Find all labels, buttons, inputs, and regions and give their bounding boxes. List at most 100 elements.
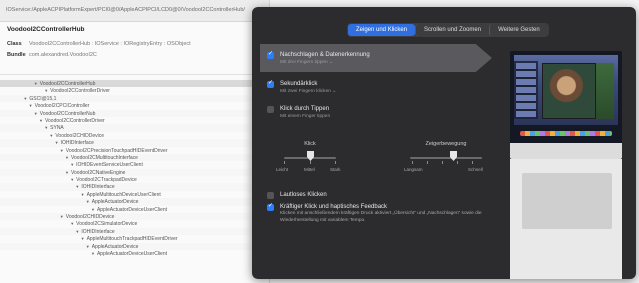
tracking-speed-slider[interactable]: Zeigerbewegung Langsam Schnell bbox=[404, 141, 488, 177]
disclosure-triangle-icon[interactable]: ▼ bbox=[60, 214, 64, 219]
property-key: Bundle bbox=[7, 51, 26, 58]
option-tap-to-click[interactable]: Klick durch Tippen Mit einem Finger tipp… bbox=[267, 105, 472, 120]
tree-row[interactable]: ▼ IOHIDInterface bbox=[0, 139, 269, 147]
property-value: VoodooI2CControllerHub : IOService : IOR… bbox=[29, 40, 191, 47]
disclosure-triangle-icon[interactable]: ▼ bbox=[70, 177, 74, 182]
tree-row[interactable]: ▼ VoodooI2CNativeEngine bbox=[0, 168, 269, 177]
tree-row[interactable]: ▼ SYNA bbox=[0, 124, 269, 132]
path-bar: IOService:/AppleACPIPlatformExpert/PCI0@… bbox=[0, 0, 269, 22]
disclosure-triangle-icon[interactable]: ▼ bbox=[81, 236, 85, 241]
tree-row-label: VoodooI2CNativeEngine bbox=[70, 169, 126, 176]
tree-row[interactable]: ▼ VoodooI2CControllerNub bbox=[0, 109, 269, 117]
disclosure-triangle-icon[interactable]: ▼ bbox=[49, 133, 53, 138]
disclosure-triangle-icon[interactable]: ▼ bbox=[86, 199, 90, 204]
tree-row-label: GSCI@15,1 bbox=[29, 95, 57, 102]
disclosure-triangle-icon[interactable]: ▼ bbox=[23, 96, 27, 101]
option-subtitle-popup[interactable]: Mit drei Fingern tippen ⌄ bbox=[280, 59, 472, 66]
slider-min-label: Langsam bbox=[404, 167, 423, 172]
preview-laptop-base bbox=[510, 143, 622, 159]
tap-to-click-checkbox[interactable] bbox=[267, 106, 274, 113]
tree-row[interactable]: ▼ VoodooI2CPCIController bbox=[0, 102, 269, 110]
disclosure-triangle-icon[interactable]: ▼ bbox=[70, 221, 74, 226]
option-title: Nachschlagen & Datenerkennung bbox=[280, 52, 370, 58]
disclosure-triangle-icon[interactable]: ▼ bbox=[34, 81, 38, 86]
tree-row[interactable]: ▼ AppleActuatorDevice bbox=[0, 198, 269, 206]
slider-tick bbox=[442, 161, 443, 164]
disclosure-triangle-icon[interactable]: ▼ bbox=[34, 111, 38, 116]
slider-knob[interactable] bbox=[307, 151, 314, 161]
preview-photo bbox=[542, 63, 596, 119]
disclosure-triangle-icon[interactable]: ▼ bbox=[55, 140, 59, 145]
slider-max-label: Stark bbox=[330, 167, 341, 172]
slider-track[interactable] bbox=[410, 157, 482, 159]
tree-row-label: AppleMultitouchDeviceUserClient bbox=[86, 191, 161, 198]
tree-row-label: AppleActuatorDeviceUserClient bbox=[96, 206, 168, 213]
disclosure-triangle-icon[interactable]: ▼ bbox=[60, 148, 64, 153]
preview-dock bbox=[520, 131, 612, 136]
tree-row-label: VoodooI2CControllerHub bbox=[39, 81, 96, 87]
tree-row-label: VoodooI2CPCIController bbox=[34, 103, 90, 110]
tree-row[interactable]: ▼ VoodooI2CHIDDevice bbox=[0, 213, 269, 221]
property-row-class: Class VoodooI2CControllerHub : IOService… bbox=[7, 38, 267, 49]
silent-click-checkbox[interactable] bbox=[267, 192, 274, 199]
option-silent-click[interactable]: Lautloses Klicken bbox=[267, 191, 472, 199]
option-secondary-click[interactable]: Sekundärklick Mit zwei Fingern klicken ⌄ bbox=[267, 79, 472, 95]
tree-row[interactable]: ▼ IOHIDInterface bbox=[0, 227, 269, 236]
force-click-checkbox[interactable] bbox=[267, 202, 274, 211]
tree-row[interactable]: ▼ VoodooI2CTrackpadDevice bbox=[0, 176, 269, 183]
disclosure-triangle-icon[interactable]: ▼ bbox=[75, 229, 79, 234]
tree-row-label: VoodooI2CHIDDevice bbox=[65, 214, 115, 221]
disclosure-triangle-icon[interactable]: ▼ bbox=[29, 103, 33, 108]
properties-table: Class VoodooI2CControllerHub : IOService… bbox=[7, 38, 267, 60]
registry-explorer-window: IOService:/AppleACPIPlatformExpert/PCI0@… bbox=[0, 0, 270, 283]
tree-row[interactable]: ▼ AppleActuatorDevice bbox=[0, 242, 269, 250]
disclosure-triangle-icon[interactable]: ▼ bbox=[86, 244, 90, 249]
click-pressure-slider[interactable]: Klick Leicht Mittel Stark bbox=[276, 141, 342, 177]
tree-row[interactable]: ▼ VoodooI2CControllerHub bbox=[0, 80, 269, 88]
lookup-checkbox[interactable] bbox=[267, 50, 274, 59]
option-force-click[interactable]: Kräftiger Klick und haptisches Feedback … bbox=[267, 202, 482, 224]
segmented-tabs: Zeigen und Klicken Scrollen und Zoomen W… bbox=[347, 23, 549, 37]
tree-row[interactable]: ▼ VoodooI2CControllerDriver bbox=[0, 87, 269, 94]
tree-row[interactable]: ▼ IOHIDInterface bbox=[0, 183, 269, 191]
disclosure-triangle-icon[interactable]: ▼ bbox=[81, 192, 85, 197]
tree-row[interactable]: ▼ AppleMultitouchTrackpadHIDEventDriver bbox=[0, 235, 269, 242]
object-title: VoodooI2CControllerHub bbox=[7, 26, 85, 33]
tab-point-and-click[interactable]: Zeigen und Klicken bbox=[348, 24, 416, 36]
disclosure-triangle-icon[interactable]: ▼ bbox=[65, 170, 69, 175]
tree-row[interactable]: ▼ AppleActuatorDeviceUserClient bbox=[0, 250, 269, 257]
tree-row[interactable]: ▼ AppleActuatorDeviceUserClient bbox=[0, 206, 269, 213]
tree-row-label: SYNA bbox=[50, 125, 64, 132]
tree-row[interactable]: ▼ VoodooI2CControllerDriver bbox=[0, 117, 269, 124]
tree-row[interactable]: ▼ AppleMultitouchDeviceUserClient bbox=[0, 191, 269, 198]
option-title: Klick durch Tippen bbox=[280, 106, 330, 112]
registry-tree[interactable]: ▼ VoodooI2CControllerHub ▼ VoodooI2CControl… bbox=[0, 80, 269, 257]
tree-row[interactable]: ▼ VoodooI2CHIDDevice bbox=[0, 132, 269, 139]
tree-row[interactable]: ▼ IOHIDEventServiceUserClient bbox=[0, 161, 269, 169]
slider-knob[interactable] bbox=[450, 151, 457, 161]
disclosure-triangle-icon[interactable]: ▼ bbox=[44, 88, 48, 93]
tree-row[interactable]: ▼ VoodooI2CSimulatorDevice bbox=[0, 220, 269, 227]
secondary-click-checkbox[interactable] bbox=[267, 79, 274, 88]
tab-more-gestures[interactable]: Weitere Gesten bbox=[489, 24, 548, 36]
option-title: Lautloses Klicken bbox=[280, 192, 327, 198]
tab-scroll-and-zoom[interactable]: Scrollen und Zoomen bbox=[415, 24, 489, 36]
disclosure-triangle-icon[interactable]: ▼ bbox=[91, 207, 95, 212]
disclosure-triangle-icon[interactable]: ▼ bbox=[65, 155, 69, 160]
option-lookup[interactable]: Nachschlagen & Datenerkennung Mit drei F… bbox=[267, 50, 472, 66]
tree-row[interactable]: ▼ VoodooI2CPrecisionTouchpadHIDEventDrive… bbox=[0, 147, 269, 154]
disclosure-triangle-icon[interactable]: ▼ bbox=[91, 251, 95, 256]
tree-row-label: VoodooI2CMultitouchInterface bbox=[70, 154, 138, 161]
tree-row-label: IOHIDInterface bbox=[81, 184, 115, 191]
tree-row-label: VoodooI2CPrecisionTouchpadHIDEventDriver bbox=[65, 147, 168, 154]
tree-row-label: IOHIDEventServiceUserClient bbox=[76, 162, 143, 169]
tree-row[interactable]: ▼ VoodooI2CMultitouchInterface bbox=[0, 153, 269, 162]
disclosure-triangle-icon[interactable]: ▼ bbox=[39, 118, 43, 123]
property-key: Class bbox=[7, 40, 22, 47]
disclosure-triangle-icon[interactable]: ▼ bbox=[75, 184, 79, 189]
disclosure-triangle-icon[interactable]: ▼ bbox=[44, 125, 48, 130]
disclosure-triangle-icon[interactable]: ▼ bbox=[70, 162, 74, 167]
option-subtitle-popup[interactable]: Mit zwei Fingern klicken ⌄ bbox=[280, 88, 472, 95]
property-row-bundle: Bundle com.alexandred.VoodooI2C bbox=[7, 49, 267, 60]
tree-row[interactable]: ▼ GSCI@15,1 bbox=[0, 94, 269, 103]
